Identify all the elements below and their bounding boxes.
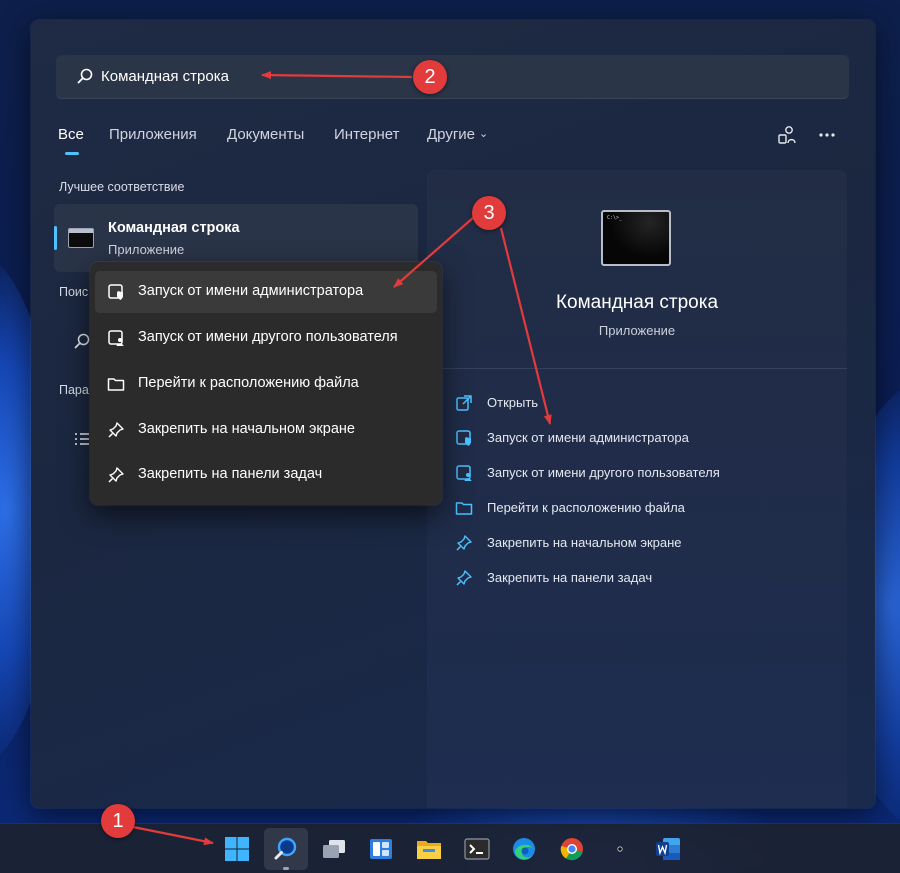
action-pin-to-start-label: Закрепить на начальном экране: [487, 535, 682, 550]
annotation-badge-2: 2: [413, 60, 447, 94]
action-open-file-location-label: Перейти к расположению файла: [487, 500, 685, 515]
search-input[interactable]: Командная строка: [101, 68, 229, 85]
user-run-icon: [456, 465, 472, 481]
taskbar-file-explorer-button[interactable]: [407, 828, 451, 870]
running-indicator: [283, 867, 289, 870]
best-match-type: Приложение: [108, 242, 185, 257]
windows-start-icon: [225, 837, 249, 861]
preview-app-name: Командная строка: [555, 292, 719, 313]
tab-other[interactable]: Другие ⌄: [427, 126, 488, 143]
context-open-file-location-label: Перейти к расположению файла: [138, 375, 359, 391]
web-search-heading: Поис: [59, 285, 89, 299]
chrome-browser-icon: [560, 838, 583, 861]
tab-documents[interactable]: Документы: [227, 126, 304, 143]
shield-run-icon: [108, 284, 123, 300]
pin-icon: [456, 570, 472, 586]
annotation-badge-3: 3: [472, 196, 506, 230]
action-open-label: Открыть: [487, 395, 539, 410]
tab-other-label: Другие: [427, 126, 476, 143]
context-run-as-admin-label: Запуск от имени администратора: [138, 283, 364, 299]
search-icon: [77, 68, 93, 84]
action-pin-to-taskbar[interactable]: Закрепить на панели задач: [455, 566, 695, 590]
action-pin-to-taskbar-label: Закрепить на панели задач: [487, 570, 653, 585]
annotation-badge-1: 1: [101, 804, 135, 838]
chevron-down-icon: ⌄: [479, 128, 489, 140]
more-icon[interactable]: [816, 124, 838, 146]
context-pin-to-start[interactable]: Закрепить на начальном экране: [95, 409, 437, 451]
tab-all[interactable]: Все: [58, 126, 84, 143]
taskbar-word-button[interactable]: [646, 828, 690, 870]
context-run-as-other-user-label: Запуск от имени другого пользователя: [138, 329, 398, 345]
web-search-icon[interactable]: [73, 332, 91, 350]
context-run-as-other-user[interactable]: Запуск от имени другого пользователя: [95, 317, 437, 359]
preview-app-type: Приложение: [598, 323, 676, 338]
terminal-icon: [464, 838, 490, 860]
word-icon: [656, 838, 680, 860]
search-box[interactable]: Командная строка: [56, 55, 849, 99]
taskbar-chrome-button[interactable]: [550, 828, 594, 870]
widgets-icon: [370, 839, 392, 859]
taskbar-start-button[interactable]: [215, 828, 259, 870]
taskbar-app-button[interactable]: [598, 828, 642, 870]
command-prompt-icon: C:\>_: [601, 210, 671, 266]
context-pin-to-start-label: Закрепить на начальном экране: [138, 421, 355, 437]
action-run-as-other-user[interactable]: Запуск от имени другого пользователя: [455, 461, 755, 485]
active-tab-indicator: [65, 152, 79, 155]
task-view-icon: [323, 840, 345, 858]
taskbar-edge-button[interactable]: [502, 828, 546, 870]
settings-heading: Пара: [59, 383, 89, 397]
app-icon: [617, 846, 623, 852]
action-open[interactable]: Открыть: [455, 391, 575, 415]
action-run-as-admin-label: Запуск от имени администратора: [487, 430, 689, 445]
tab-internet[interactable]: Интернет: [334, 126, 399, 143]
context-pin-to-taskbar-label: Закрепить на панели задач: [138, 466, 323, 482]
taskbar-widgets-button[interactable]: [359, 828, 403, 870]
settings-list-icon[interactable]: [73, 430, 91, 448]
taskbar-search-button[interactable]: [264, 828, 308, 870]
context-run-as-admin[interactable]: Запуск от имени администратора: [95, 271, 437, 313]
pin-icon: [456, 535, 472, 551]
app-preview-pane: C:\>_ Командная строка Приложение Открыт…: [427, 170, 847, 808]
best-match-heading: Лучшее соответствие: [59, 180, 185, 194]
context-menu: Запуск от имени администратора Запуск от…: [90, 262, 442, 505]
pin-icon: [108, 467, 124, 483]
open-external-icon: [456, 395, 472, 411]
search-icon: [274, 837, 297, 860]
user-run-icon: [108, 330, 124, 346]
preview-divider: [427, 368, 847, 369]
command-prompt-icon: [68, 228, 94, 248]
shield-run-icon: [456, 430, 471, 446]
best-match-name: Командная строка: [108, 220, 240, 236]
action-run-as-admin[interactable]: Запуск от имени администратора: [455, 426, 715, 450]
action-open-file-location[interactable]: Перейти к расположению файла: [455, 496, 715, 520]
folder-icon: [107, 378, 125, 391]
action-pin-to-start[interactable]: Закрепить на начальном экране: [455, 531, 715, 555]
context-open-file-location[interactable]: Перейти к расположению файла: [95, 363, 437, 405]
taskbar: [0, 823, 900, 873]
context-pin-to-taskbar[interactable]: Закрепить на панели задач: [95, 454, 437, 496]
file-explorer-icon: [417, 841, 441, 859]
account-switch-icon[interactable]: [776, 124, 798, 146]
folder-icon: [455, 502, 473, 515]
pin-icon: [108, 422, 124, 438]
tab-apps[interactable]: Приложения: [109, 126, 197, 143]
edge-browser-icon: [513, 838, 535, 860]
selection-accent: [54, 226, 57, 250]
taskbar-task-view-button[interactable]: [312, 828, 356, 870]
action-run-as-other-user-label: Запуск от имени другого пользователя: [487, 465, 720, 480]
taskbar-terminal-button[interactable]: [455, 828, 499, 870]
